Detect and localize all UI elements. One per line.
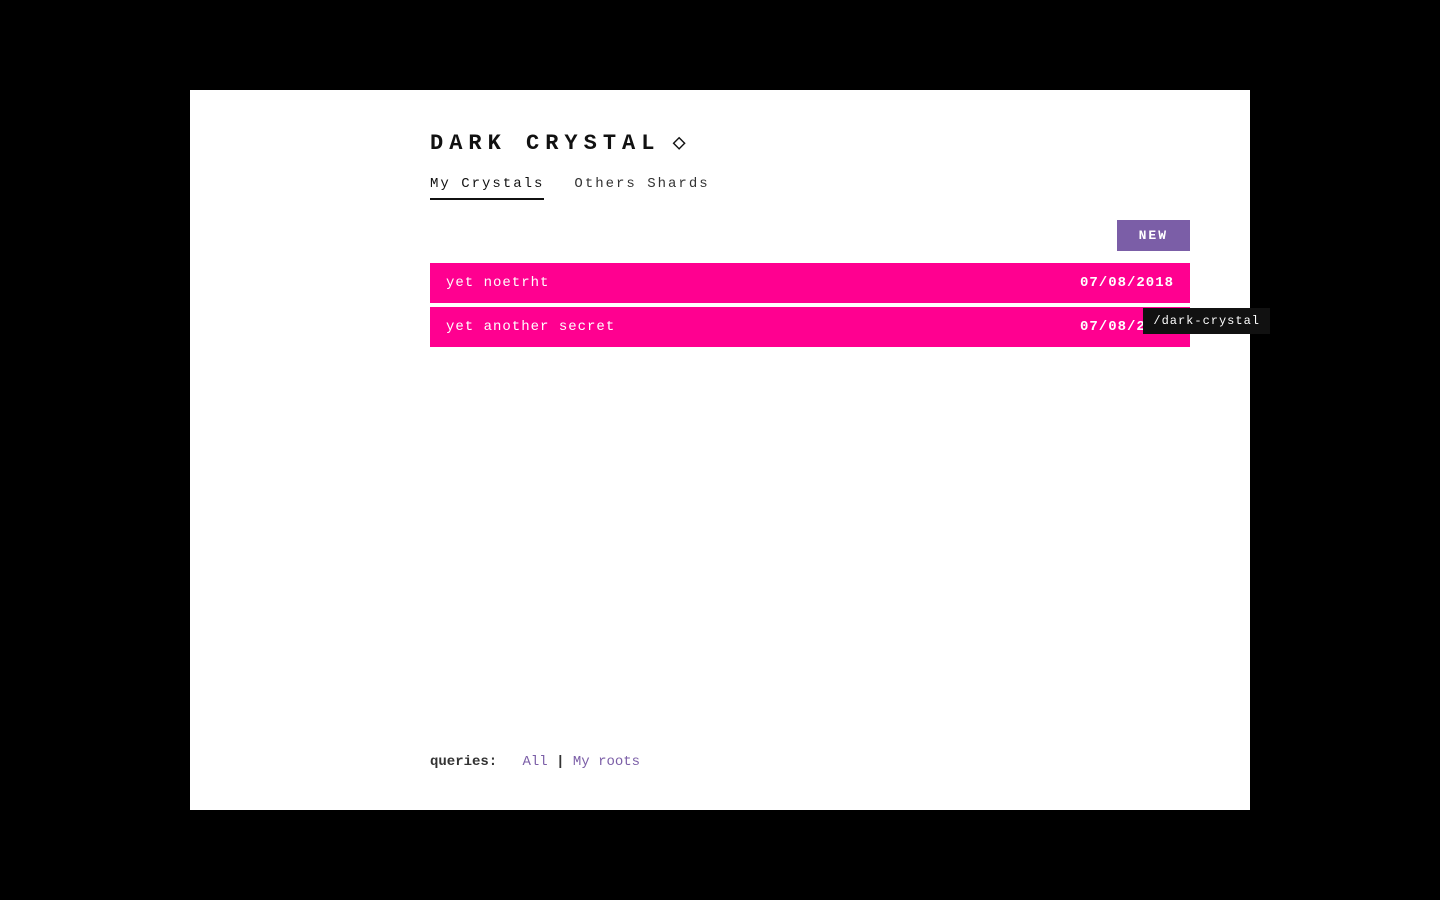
crystal-item[interactable]: yet another secret 07/08/2018	[430, 307, 1190, 347]
tab-bar: My Crystals Others Shards	[190, 176, 1250, 200]
path-tooltip: /dark-crystal	[1143, 308, 1270, 334]
tab-my-crystals[interactable]: My Crystals	[430, 176, 544, 200]
footer: queries: All | My roots	[190, 732, 1250, 770]
new-button[interactable]: NEW	[1117, 220, 1190, 251]
crystal-item[interactable]: yet noetrht 07/08/2018	[430, 263, 1190, 303]
crystals-list: yet noetrht 07/08/2018 yet another secre…	[430, 263, 1190, 347]
main-window: DARK CRYSTAL ◇ My Crystals Others Shards…	[190, 90, 1250, 810]
all-link[interactable]: All	[522, 754, 547, 770]
diamond-icon: ◇	[672, 130, 685, 156]
crystal-date: 07/08/2018	[1080, 275, 1174, 291]
queries-label: queries: All | My roots	[430, 754, 640, 770]
toolbar: NEW	[430, 220, 1190, 251]
crystal-name: yet noetrht	[446, 275, 549, 291]
content-area: NEW yet noetrht 07/08/2018 yet another s…	[190, 220, 1250, 732]
header: DARK CRYSTAL ◇	[190, 130, 1250, 176]
separator: |	[556, 754, 573, 770]
tab-others-shards[interactable]: Others Shards	[574, 176, 709, 200]
app-logo: DARK CRYSTAL	[430, 131, 660, 156]
crystal-name: yet another secret	[446, 319, 615, 335]
my-roots-link[interactable]: My roots	[573, 754, 640, 770]
